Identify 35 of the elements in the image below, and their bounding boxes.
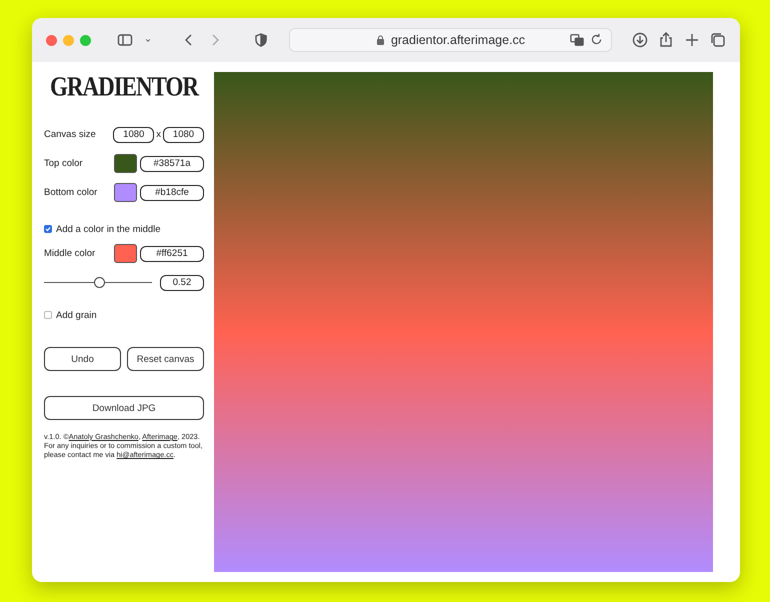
hex-field[interactable]: #38571a — [140, 156, 204, 172]
height-field[interactable]: 1080 — [163, 126, 204, 142]
shield-icon[interactable] — [253, 32, 269, 48]
checkbox[interactable] — [44, 311, 52, 319]
logo: GRADIENTOR — [50, 71, 198, 103]
color-swatch[interactable] — [114, 183, 137, 202]
download-button[interactable]: Download JPG — [44, 396, 204, 420]
field-label: Top color — [44, 158, 84, 169]
checkbox-label: Add grain — [56, 310, 97, 320]
checkbox-label: Add a color in the middle — [56, 224, 161, 234]
tabs-icon[interactable] — [710, 32, 726, 48]
checkbox[interactable] — [44, 225, 52, 233]
field-label: Middle color — [44, 248, 96, 259]
url-text: gradientor.afterimage.cc — [390, 33, 526, 47]
position-field[interactable]: 0.52 — [160, 274, 204, 290]
field-label: Canvas size — [44, 129, 97, 140]
new-tab-icon[interactable] — [684, 32, 700, 48]
sidebar-icon[interactable] — [117, 32, 133, 48]
close-icon[interactable] — [46, 34, 57, 46]
color-swatch[interactable] — [114, 244, 137, 263]
separator-text: x — [156, 129, 161, 140]
field-label: Bottom color — [44, 187, 98, 198]
reload-icon[interactable] — [590, 33, 603, 46]
color-swatch[interactable] — [114, 154, 137, 173]
slider-thumb[interactable] — [94, 276, 106, 288]
hex-field[interactable]: #b18cfe — [140, 184, 204, 200]
address-bar[interactable]: gradientor.afterimage.cc — [289, 28, 612, 52]
action-button[interactable]: Undo — [44, 347, 121, 371]
width-field[interactable]: 1080 — [113, 126, 154, 142]
translate-icon[interactable] — [570, 33, 584, 47]
share-icon[interactable] — [658, 32, 674, 48]
download-icon[interactable] — [632, 32, 648, 48]
hex-field[interactable]: #ff6251 — [140, 246, 204, 262]
action-button[interactable]: Reset canvas — [127, 347, 204, 371]
lock-icon — [376, 35, 385, 45]
